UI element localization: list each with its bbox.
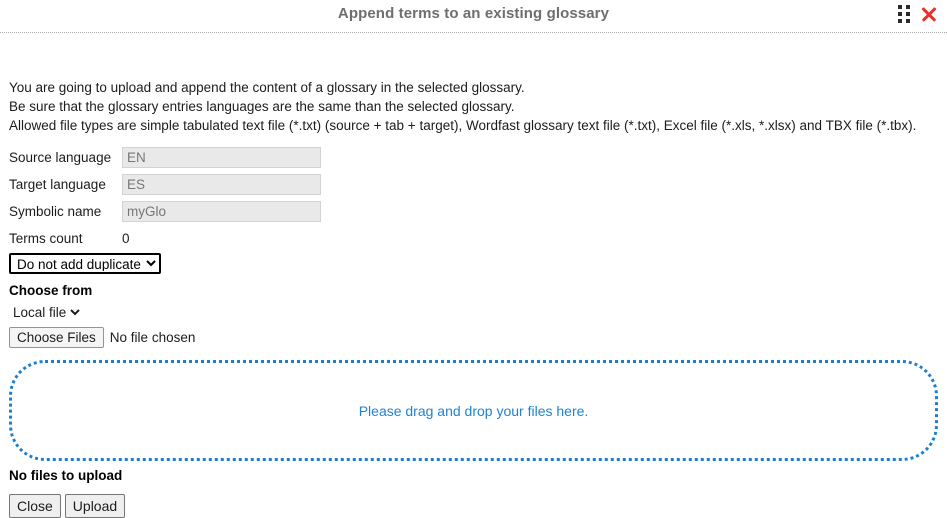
symbolic-name-input[interactable] — [122, 201, 321, 222]
source-language-label: Source language — [9, 150, 112, 165]
target-language-input[interactable] — [122, 174, 321, 195]
footer-buttons: Close Upload — [9, 494, 938, 518]
target-language-label: Target language — [9, 177, 106, 192]
intro-line-1: You are going to upload and append the c… — [9, 80, 525, 95]
upload-status-text: No files to upload — [9, 468, 123, 483]
drag-dot — [898, 19, 902, 23]
glossary-info-form: Source language Target language Symbolic… — [9, 144, 938, 252]
terms-count-label: Terms count — [9, 231, 83, 246]
drag-dot — [898, 12, 902, 16]
symbolic-name-label: Symbolic name — [9, 204, 102, 219]
upload-button[interactable]: Upload — [64, 494, 126, 518]
file-picker-row: Choose Files No file chosen — [9, 327, 938, 348]
header-divider — [0, 32, 947, 33]
drag-dot — [906, 19, 910, 23]
form-row-terms-count: Terms count 0 — [9, 225, 938, 252]
intro-text: You are going to upload and append the c… — [9, 78, 938, 135]
intro-line-2: Be sure that the glossary entries langua… — [9, 99, 515, 114]
form-row-target-language: Target language — [9, 171, 938, 198]
file-source-select[interactable]: Local file — [9, 302, 83, 322]
drop-zone-text: Please drag and drop your files here. — [358, 402, 589, 419]
file-chosen-status: No file chosen — [109, 330, 196, 345]
close-button[interactable]: Close — [9, 494, 61, 518]
intro-line-3: Allowed file types are simple tabulated … — [9, 118, 917, 133]
choose-files-button[interactable]: Choose Files — [9, 327, 104, 348]
drag-handle-icon[interactable] — [898, 5, 910, 23]
duplicate-handling-select[interactable]: Do not add duplicate — [9, 253, 161, 274]
file-drop-zone[interactable]: Please drag and drop your files here. — [9, 360, 938, 461]
dialog-title: Append terms to an existing glossary — [337, 5, 610, 22]
source-language-input[interactable] — [122, 147, 321, 168]
drag-dot — [906, 5, 910, 9]
dialog-body: You are going to upload and append the c… — [0, 78, 947, 518]
drag-dot — [898, 5, 902, 9]
form-row-source-language: Source language — [9, 144, 938, 171]
form-row-symbolic-name: Symbolic name — [9, 198, 938, 225]
close-icon[interactable] — [919, 4, 939, 24]
header-controls — [898, 4, 939, 24]
drag-dot — [906, 12, 910, 16]
terms-count-value: 0 — [122, 231, 130, 246]
choose-from-label: Choose from — [9, 283, 93, 298]
dialog-header: Append terms to an existing glossary — [0, 0, 947, 33]
